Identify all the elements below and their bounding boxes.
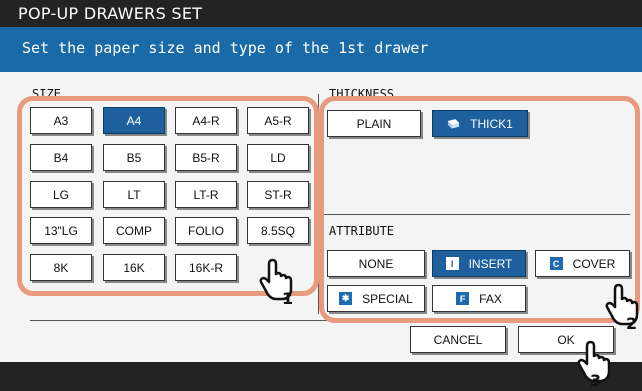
attribute-section-label: ATTRIBUTE xyxy=(327,224,397,238)
size-button-a4-r[interactable]: A4-R xyxy=(175,107,237,134)
size-button-13lg[interactable]: 13"LG xyxy=(30,217,92,244)
title-bar: POP-UP DRAWERS SET xyxy=(0,0,642,27)
size-button-lt-r[interactable]: LT-R xyxy=(175,181,237,208)
attribute-button-cover[interactable]: C COVER xyxy=(535,250,630,277)
size-button-folio[interactable]: FOLIO xyxy=(175,217,237,244)
thick-paper-icon xyxy=(447,117,460,130)
attribute-button-none[interactable]: NONE xyxy=(327,250,425,277)
page-title: POP-UP DRAWERS SET xyxy=(18,4,203,23)
actions-divider xyxy=(30,320,630,321)
cancel-button[interactable]: CANCEL xyxy=(410,326,506,353)
size-button-a4[interactable]: A4 xyxy=(103,107,165,134)
callout-number-2: 2 xyxy=(626,314,637,331)
thickness-section-label: THICKNESS xyxy=(327,87,397,101)
size-button-16k[interactable]: 16K xyxy=(103,254,165,281)
thickness-button-plain[interactable]: PLAIN xyxy=(327,110,421,137)
hand-pointer-icon-1: 1 xyxy=(259,258,293,306)
drawer-settings-panel xyxy=(0,72,642,362)
attribute-divider xyxy=(318,214,630,215)
size-button-a3[interactable]: A3 xyxy=(30,107,92,134)
section-divider xyxy=(318,94,319,314)
size-button-st-r[interactable]: ST-R xyxy=(247,181,309,208)
attribute-button-special-label: SPECIAL xyxy=(362,291,413,306)
message-bar: Set the paper size and type of the 1st d… xyxy=(0,27,642,72)
size-button-16k-r[interactable]: 16K-R xyxy=(175,254,237,281)
special-icon: ✱ xyxy=(339,292,353,305)
size-button-b5-r[interactable]: B5-R xyxy=(175,144,237,171)
size-button-8-5sq[interactable]: 8.5SQ xyxy=(247,217,309,244)
size-button-a5-r[interactable]: A5-R xyxy=(247,107,309,134)
attribute-button-insert-label: INSERT xyxy=(468,256,513,271)
attribute-button-fax-label: FAX xyxy=(479,291,502,306)
instruction-message: Set the paper size and type of the 1st d… xyxy=(22,39,429,57)
attribute-button-cover-label: COVER xyxy=(572,256,616,271)
size-section-label: SIZE xyxy=(30,87,63,101)
size-button-b5[interactable]: B5 xyxy=(103,144,165,171)
attribute-button-insert[interactable]: I INSERT xyxy=(432,250,526,277)
cover-icon: C xyxy=(549,257,563,270)
hand-pointer-icon-3: 3 xyxy=(577,340,611,388)
thickness-button-thick1-label: THICK1 xyxy=(470,116,513,131)
thickness-button-thick1[interactable]: THICK1 xyxy=(432,110,528,137)
callout-number-1: 1 xyxy=(282,289,293,306)
fax-icon: F xyxy=(456,292,470,305)
attribute-button-special[interactable]: ✱ SPECIAL xyxy=(327,285,425,312)
size-button-b4[interactable]: B4 xyxy=(30,144,92,171)
size-button-lt[interactable]: LT xyxy=(103,181,165,208)
size-button-8k[interactable]: 8K xyxy=(30,254,92,281)
size-button-lg[interactable]: LG xyxy=(30,181,92,208)
callout-number-3: 3 xyxy=(590,371,601,388)
size-button-ld[interactable]: LD xyxy=(247,144,309,171)
insert-icon: I xyxy=(445,257,459,270)
size-button-comp[interactable]: COMP xyxy=(103,217,165,244)
hand-pointer-icon-2: 2 xyxy=(605,283,639,331)
bottom-bar xyxy=(0,362,642,391)
attribute-button-fax[interactable]: F FAX xyxy=(432,285,526,312)
